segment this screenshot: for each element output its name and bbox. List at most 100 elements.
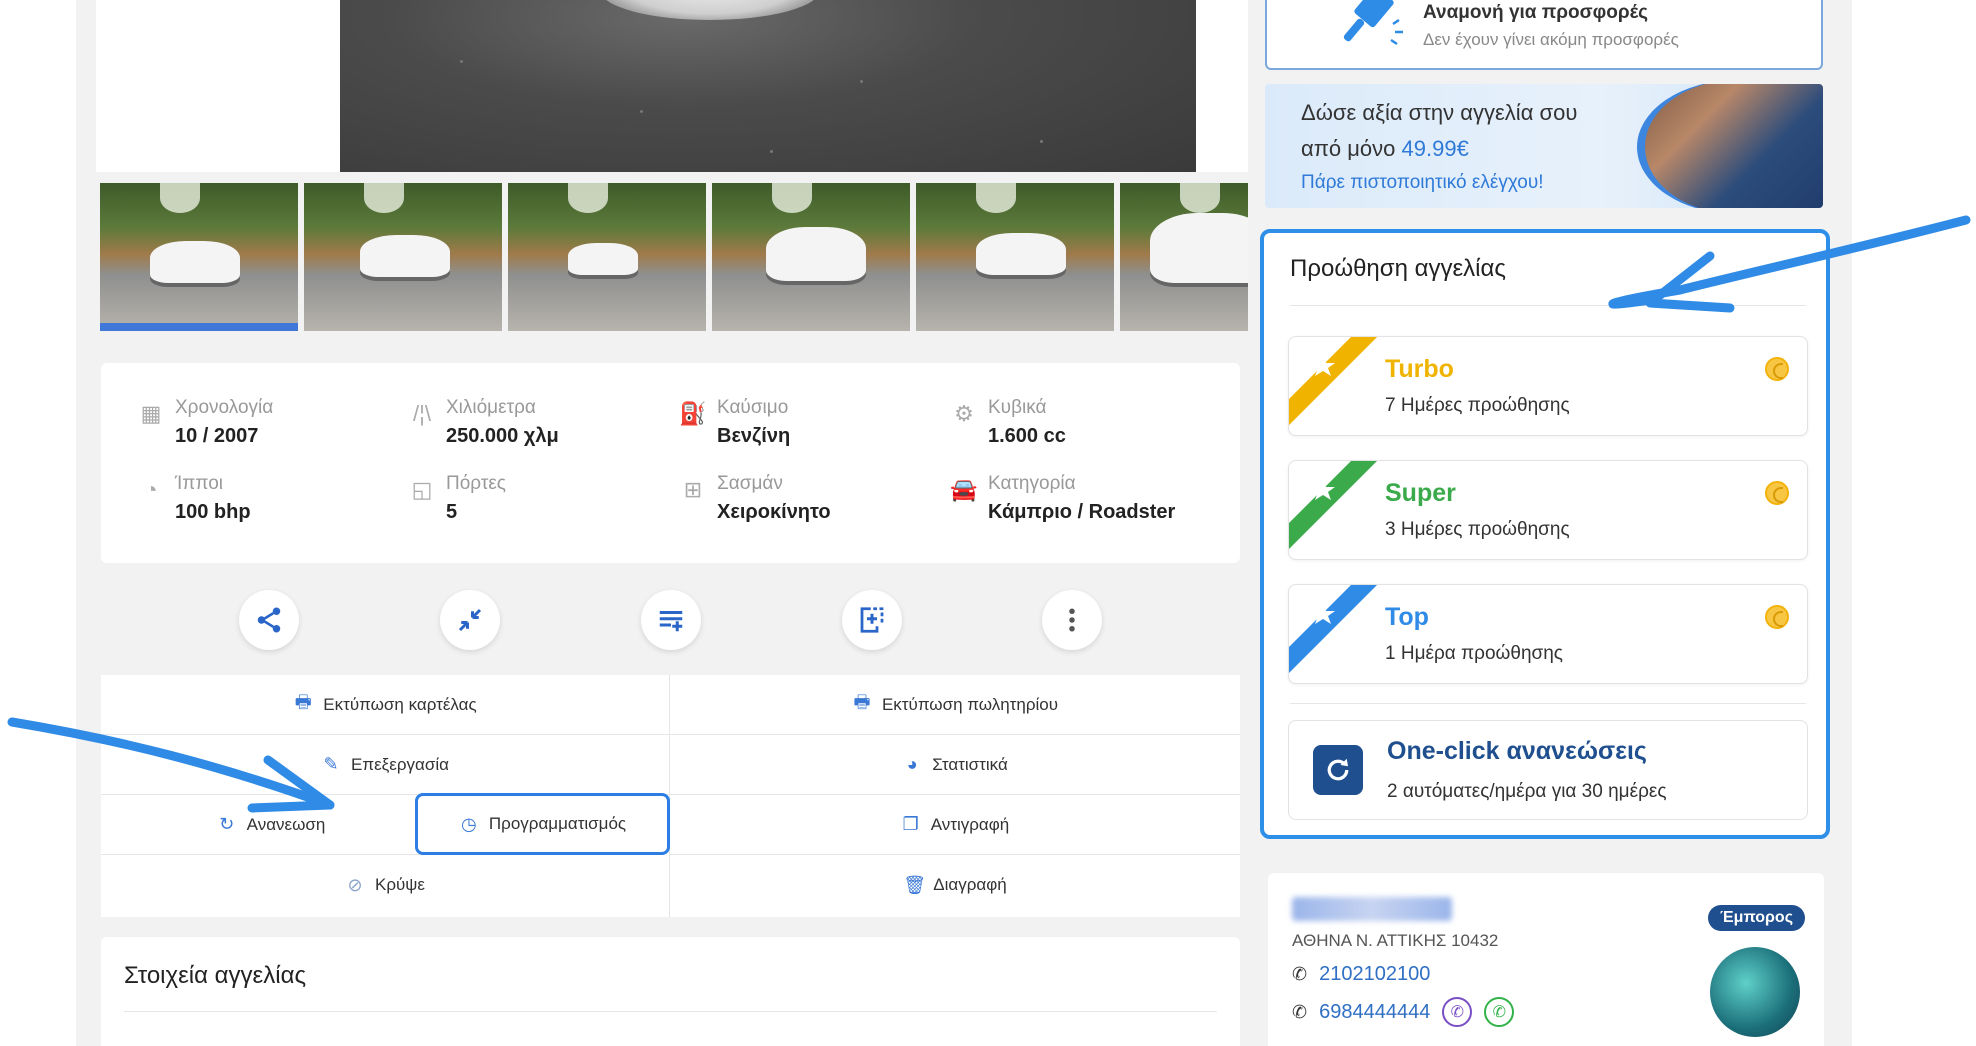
coin-icon bbox=[1765, 481, 1789, 505]
printer-icon: 🖶 bbox=[853, 691, 871, 712]
spec-value: Χειροκίνητο bbox=[717, 501, 831, 523]
delete-button[interactable]: 🗑 Διαγραφή bbox=[670, 855, 1240, 915]
compare-icon bbox=[458, 608, 482, 632]
whatsapp-icon[interactable]: ✆ bbox=[1484, 997, 1515, 1027]
divider bbox=[124, 1011, 1217, 1012]
spec-value: Κάμπριο / Roadster bbox=[988, 501, 1176, 523]
clock-icon: ◷ bbox=[461, 813, 477, 834]
auction-hammer-icon bbox=[1343, 0, 1403, 46]
thumbnail-1[interactable] bbox=[100, 183, 298, 331]
main-car-photo[interactable] bbox=[340, 0, 1196, 172]
coin-icon bbox=[1765, 357, 1789, 381]
coin-icon bbox=[1765, 605, 1789, 629]
delete-label: Διαγραφή bbox=[933, 875, 1007, 894]
list-add-icon bbox=[659, 611, 683, 632]
viber-icon[interactable]: ✆ bbox=[1442, 997, 1473, 1027]
road-icon: /¦\ bbox=[413, 401, 431, 426]
speedometer-icon: ◔ bbox=[144, 477, 158, 502]
divider bbox=[1290, 305, 1806, 306]
package-duration: 1 Ημέρα προώθησης bbox=[1385, 643, 1563, 664]
spec-label: Χιλιόμετρα bbox=[446, 397, 536, 418]
banner-line-1: Δώσε αξία στην αγγελία σου bbox=[1301, 100, 1578, 125]
schedule-button[interactable]: ◷ Προγραμματισμός bbox=[418, 796, 667, 852]
phone-number[interactable]: 2102102100 bbox=[1319, 963, 1430, 986]
thumbnail-2[interactable] bbox=[304, 183, 502, 331]
copy-add-button[interactable] bbox=[842, 590, 902, 650]
offers-title: Αναμονή για προσφορές bbox=[1423, 2, 1649, 23]
thumbnail-3[interactable] bbox=[508, 183, 706, 331]
main-photo-container bbox=[96, 0, 1248, 172]
spec-fuel: ⛽ Καύσιμο Βενζίνη bbox=[677, 395, 947, 451]
spec-gearbox: ⊞ Σασμάν Χειροκίνητο bbox=[677, 471, 947, 527]
promo-package-super[interactable]: Super 3 Ημέρες προώθησης bbox=[1288, 460, 1808, 560]
promo-package-top[interactable]: Top 1 Ημέρα προώθησης bbox=[1288, 584, 1808, 684]
banner-price: 49.99€ bbox=[1401, 136, 1469, 161]
print-card-button[interactable]: 🖶 Εκτύπωση καρτέλας bbox=[101, 675, 669, 735]
package-duration: 7 Ημέρες προώθησης bbox=[1385, 395, 1570, 416]
spec-label: Χρονολογία bbox=[175, 397, 274, 418]
phone-icon: ✆ bbox=[1292, 1001, 1308, 1022]
banner-cta-link[interactable]: Πάρε πιστοποιητικό ελέγχου! bbox=[1301, 172, 1544, 194]
right-margin bbox=[1852, 0, 1976, 1046]
seller-avatar[interactable] bbox=[1710, 947, 1800, 1037]
star-ribbon-icon bbox=[1289, 585, 1377, 673]
promo-package-turbo[interactable]: Turbo 7 Ημέρες προώθησης bbox=[1288, 336, 1808, 436]
promotion-panel: Προώθηση αγγελίας Turbo 7 Ημέρες προώθησ… bbox=[1260, 229, 1830, 839]
spec-label: Κυβικά bbox=[988, 397, 1047, 418]
print-sale-label: Εκτύπωση πωλητηρίου bbox=[881, 694, 1059, 714]
spec-value: 5 bbox=[446, 501, 458, 523]
spec-engine: ⚙ Κυβικά 1.600 cc bbox=[948, 395, 1218, 451]
offers-card[interactable]: Αναμονή για προσφορές Δεν έχουν γίνει ακ… bbox=[1265, 0, 1823, 70]
renew-button[interactable]: ↻ Ανανεωση bbox=[101, 795, 441, 855]
seller-card: ΑΘΗΝΑ Ν. ΑΤΤΙΚΗΣ 10432 ✆ 2102102100 ✆ 69… bbox=[1268, 873, 1824, 1046]
more-options-button[interactable] bbox=[1042, 590, 1102, 650]
package-duration: 3 Ημέρες προώθησης bbox=[1385, 519, 1570, 540]
photo-thumbnails bbox=[100, 183, 1248, 333]
spec-value: Βενζίνη bbox=[717, 425, 791, 447]
edit-button[interactable]: ✎ Επεξεργασία bbox=[101, 735, 669, 795]
phone-number[interactable]: 6984444444 bbox=[1319, 1001, 1430, 1024]
seller-phone-2[interactable]: ✆ 6984444444 ✆ ✆ bbox=[1292, 997, 1515, 1027]
stats-label: Στατιστικά bbox=[932, 754, 1008, 774]
spec-mileage: /¦\ Χιλιόμετρα 250.000 χλμ bbox=[406, 395, 676, 451]
spec-category: 🚘 Κατηγορία Κάμπριο / Roadster bbox=[948, 471, 1218, 527]
copy-button[interactable]: ❐ Αντιγραφή bbox=[670, 795, 1240, 855]
listing-details-title: Στοιχεία αγγελίας bbox=[124, 962, 307, 989]
compare-button[interactable] bbox=[440, 590, 500, 650]
trash-icon: 🗑 bbox=[903, 874, 927, 895]
left-margin bbox=[0, 0, 76, 1046]
seller-phone-1[interactable]: ✆ 2102102100 bbox=[1292, 963, 1430, 986]
offers-subtitle: Δεν έχουν γίνει ακόμη προσφορές bbox=[1423, 30, 1679, 49]
print-card-label: Εκτύπωση καρτέλας bbox=[323, 694, 477, 714]
oneclick-renewals[interactable]: One-click ανανεώσεις 2 αυτόματες/ημέρα γ… bbox=[1288, 720, 1808, 820]
promotion-title: Προώθηση αγγελίας bbox=[1290, 255, 1506, 282]
spec-doors: ◱ Πόρτες 5 bbox=[406, 471, 676, 527]
star-ribbon-icon bbox=[1289, 337, 1377, 425]
thumbnail-5[interactable] bbox=[916, 183, 1114, 331]
stats-button[interactable]: ◕ Στατιστικά bbox=[670, 735, 1240, 795]
calendar-icon: ▦ bbox=[140, 401, 162, 426]
divider bbox=[1290, 703, 1806, 704]
package-name: Turbo bbox=[1385, 355, 1454, 383]
car-icon: 🚘 bbox=[950, 477, 978, 502]
eye-off-icon: ⊘ bbox=[347, 874, 363, 895]
inspection-certificate-banner[interactable]: Δώσε αξία στην αγγελία σου από μόνο 49.9… bbox=[1265, 84, 1823, 208]
listing-details-card: Στοιχεία αγγελίας bbox=[101, 937, 1240, 1046]
share-button[interactable] bbox=[239, 590, 299, 650]
hide-button[interactable]: ⊘ Κρύψε bbox=[101, 855, 669, 915]
edit-icon: ✎ bbox=[323, 754, 339, 774]
package-name: Top bbox=[1385, 603, 1429, 631]
pie-chart-icon: ◕ bbox=[906, 754, 918, 774]
schedule-label: Προγραμματισμός bbox=[488, 814, 627, 833]
thumbnail-4[interactable] bbox=[712, 183, 910, 331]
spec-label: Καύσιμο bbox=[717, 397, 789, 418]
print-sale-button[interactable]: 🖶 Εκτύπωση πωλητηρίου bbox=[670, 675, 1240, 735]
spec-value: 1.600 cc bbox=[988, 425, 1066, 447]
add-to-list-button[interactable] bbox=[641, 590, 701, 650]
refresh-icon bbox=[1313, 745, 1363, 795]
engine-icon: ⚙ bbox=[954, 401, 974, 426]
hide-label: Κρύψε bbox=[374, 875, 425, 894]
renew-label: Ανανεωση bbox=[246, 814, 326, 834]
thumbnail-6[interactable] bbox=[1120, 183, 1248, 331]
package-name: Super bbox=[1385, 479, 1456, 507]
